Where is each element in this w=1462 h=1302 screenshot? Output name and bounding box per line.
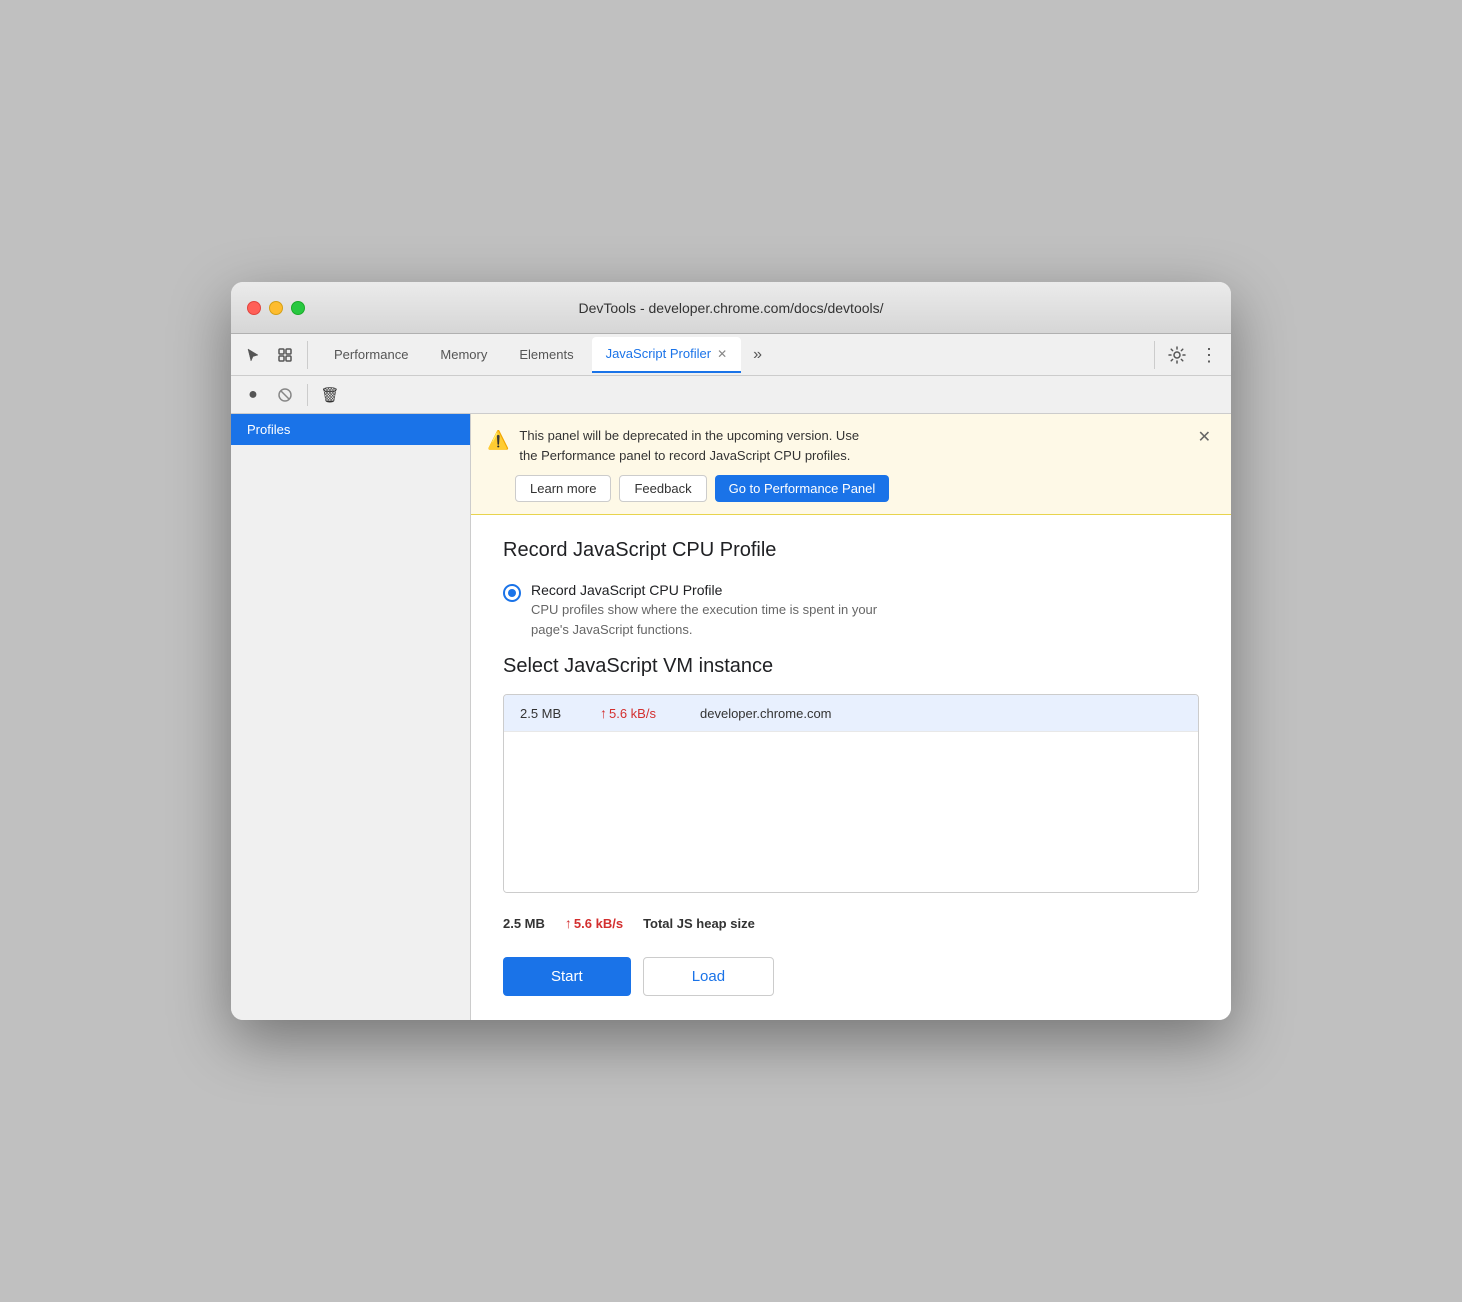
window-title: DevTools - developer.chrome.com/docs/dev… <box>578 300 883 316</box>
radio-option-cpu-profile[interactable]: Record JavaScript CPU Profile CPU profil… <box>503 582 1199 639</box>
more-options-icon[interactable]: ⋮ <box>1195 341 1223 369</box>
tab-bar: Performance Memory Elements JavaScript P… <box>231 334 1231 376</box>
footer-rate-value: 5.6 kB/s <box>574 916 623 931</box>
maximize-button[interactable] <box>291 301 305 315</box>
vm-row-rate: ↑ 5.6 kB/s <box>600 705 680 721</box>
profile-content: Record JavaScript CPU Profile Record Jav… <box>471 515 1231 1020</box>
banner-actions: Learn more Feedback Go to Performance Pa… <box>487 475 1215 502</box>
radio-inner <box>508 589 516 597</box>
settings-icon[interactable] <box>1163 341 1191 369</box>
banner-close-icon[interactable]: ✕ <box>1194 426 1215 450</box>
deprecation-banner: ⚠️ This panel will be deprecated in the … <box>471 414 1231 515</box>
banner-line1: This panel will be deprecated in the upc… <box>519 426 859 446</box>
tab-elements-label: Elements <box>519 347 573 362</box>
content-area: ⚠️ This panel will be deprecated in the … <box>471 414 1231 1020</box>
radio-option-content: Record JavaScript CPU Profile CPU profil… <box>531 582 877 639</box>
bottom-actions: Start Load <box>503 957 1199 996</box>
traffic-lights <box>247 301 305 315</box>
no-record-icon[interactable] <box>271 381 299 409</box>
sidebar: Profiles <box>231 414 471 1020</box>
feedback-button[interactable]: Feedback <box>619 475 706 502</box>
banner-line2: the Performance panel to record JavaScri… <box>519 446 859 466</box>
cursor-icon[interactable] <box>239 341 267 369</box>
arrow-up-icon: ↑ <box>600 705 607 721</box>
devtools-window: DevTools - developer.chrome.com/docs/dev… <box>231 282 1231 1020</box>
vm-section-title: Select JavaScript VM instance <box>503 655 1199 678</box>
trash-icon[interactable]: 🗑 <box>316 381 344 409</box>
warning-icon: ⚠️ <box>487 427 509 454</box>
vm-instance-table: 2.5 MB ↑ 5.6 kB/s developer.chrome.com <box>503 694 1199 893</box>
footer-label: Total JS heap size <box>643 916 755 931</box>
profile-section-title: Record JavaScript CPU Profile <box>503 539 1199 562</box>
tab-bar-right: ⋮ <box>1154 341 1223 369</box>
vm-empty-area <box>504 732 1198 892</box>
main-layout: Profiles ⚠️ This panel will be deprecate… <box>231 414 1231 1020</box>
footer-memory: 2.5 MB <box>503 916 545 931</box>
vm-row-selected[interactable]: 2.5 MB ↑ 5.6 kB/s developer.chrome.com <box>504 695 1198 732</box>
toolbar-icons <box>239 341 308 369</box>
sidebar-profiles-label: Profiles <box>247 422 290 437</box>
layers-icon[interactable] <box>271 341 299 369</box>
vm-row-rate-value: 5.6 kB/s <box>609 706 656 721</box>
start-button[interactable]: Start <box>503 957 631 996</box>
radio-button-cpu[interactable] <box>503 584 521 602</box>
vm-row-memory: 2.5 MB <box>520 706 580 721</box>
tab-js-profiler[interactable]: JavaScript Profiler ✕ <box>592 337 742 373</box>
radio-label: Record JavaScript CPU Profile <box>531 582 877 598</box>
learn-more-button[interactable]: Learn more <box>515 475 611 502</box>
record-icon[interactable]: ● <box>239 381 267 409</box>
radio-desc: CPU profiles show where the execution ti… <box>531 600 877 639</box>
radio-desc-line1: CPU profiles show where the execution ti… <box>531 600 877 620</box>
vm-row-url: developer.chrome.com <box>700 706 832 721</box>
tab-performance[interactable]: Performance <box>320 337 422 373</box>
tab-js-profiler-label: JavaScript Profiler <box>606 346 711 361</box>
action-bar: ● 🗑 <box>231 376 1231 414</box>
tab-close-icon[interactable]: ✕ <box>717 348 727 360</box>
vm-footer: 2.5 MB ↑ 5.6 kB/s Total JS heap size <box>503 905 1199 941</box>
radio-desc-line2: page's JavaScript functions. <box>531 620 877 640</box>
footer-arrow-up-icon: ↑ <box>565 915 572 931</box>
action-divider <box>307 384 308 406</box>
footer-rate: ↑ 5.6 kB/s <box>565 915 623 931</box>
tab-memory-label: Memory <box>440 347 487 362</box>
tab-more-button[interactable]: » <box>745 342 770 368</box>
go-to-performance-panel-button[interactable]: Go to Performance Panel <box>715 475 890 502</box>
minimize-button[interactable] <box>269 301 283 315</box>
sidebar-item-profiles[interactable]: Profiles <box>231 414 470 445</box>
close-button[interactable] <box>247 301 261 315</box>
tab-elements[interactable]: Elements <box>505 337 587 373</box>
tab-memory[interactable]: Memory <box>426 337 501 373</box>
tab-performance-label: Performance <box>334 347 408 362</box>
title-bar: DevTools - developer.chrome.com/docs/dev… <box>231 282 1231 334</box>
banner-message: ⚠️ This panel will be deprecated in the … <box>487 426 1215 465</box>
load-button[interactable]: Load <box>643 957 774 996</box>
banner-text: This panel will be deprecated in the upc… <box>519 426 859 465</box>
